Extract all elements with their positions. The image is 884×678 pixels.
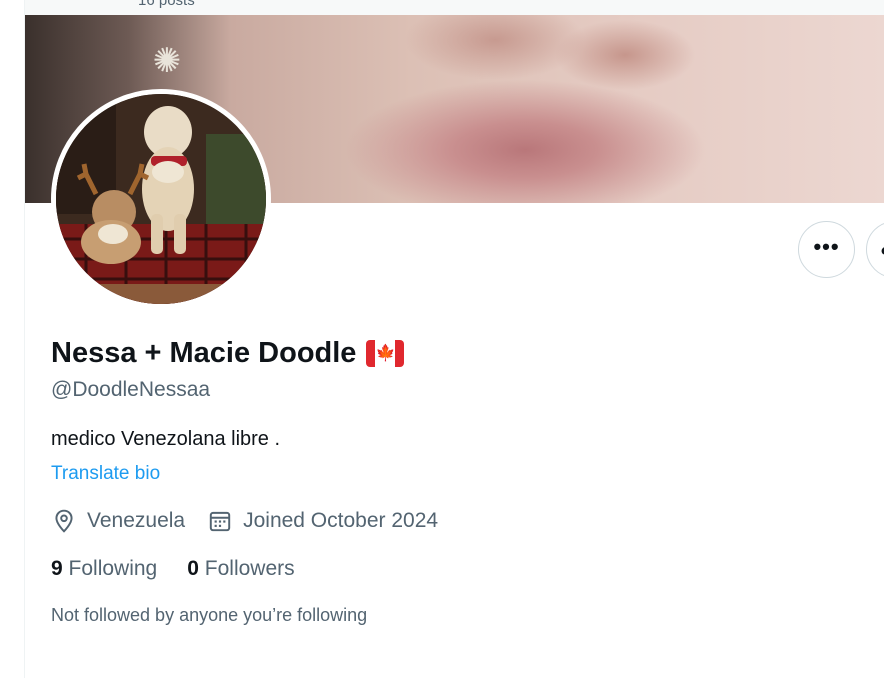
avatar[interactable] <box>51 89 271 309</box>
joined-item: Joined October 2024 <box>207 508 438 534</box>
not-followed-notice: Not followed by anyone you’re following <box>51 605 368 625</box>
posts-count: 16 posts <box>138 0 195 9</box>
profile-name-row: Nessa + Macie Doodle 🍁 <box>51 337 405 370</box>
avatar-dogs-image <box>56 94 266 304</box>
following-link[interactable]: 9 Following <box>51 557 157 581</box>
following-count: 9 <box>51 557 63 580</box>
followers-count: 0 <box>187 557 199 580</box>
location-text: Venezuela <box>87 509 186 532</box>
profile-bio: medico Venezolana libre . <box>51 428 281 450</box>
top-header: 16 posts <box>25 0 884 15</box>
translate-bio-link[interactable]: Translate bio <box>51 463 160 485</box>
more-options-button[interactable]: ••• <box>798 221 855 278</box>
follow-counts: 9 Following 0 Followers <box>51 557 325 581</box>
profile-meta: Venezuela Joined October 2024 <box>51 508 460 534</box>
grok-icon: ◐ <box>880 240 884 261</box>
location-item: Venezuela <box>51 508 185 534</box>
profile-handle: @DoodleNessaa <box>51 378 211 401</box>
followers-link[interactable]: 0 Followers <box>187 557 294 581</box>
following-label: Following <box>68 557 158 580</box>
calendar-icon <box>209 511 231 532</box>
followers-label: Followers <box>204 557 295 580</box>
grok-button[interactable]: ◐ <box>866 221 884 278</box>
more-horizontal-icon: ••• <box>813 233 840 259</box>
location-pin-icon <box>55 509 73 533</box>
canada-flag-icon: 🍁 <box>366 340 405 367</box>
profile-name: Nessa + Macie Doodle <box>51 337 357 369</box>
joined-text: Joined October 2024 <box>243 509 439 532</box>
ornament-icon: ✺ <box>152 42 182 80</box>
